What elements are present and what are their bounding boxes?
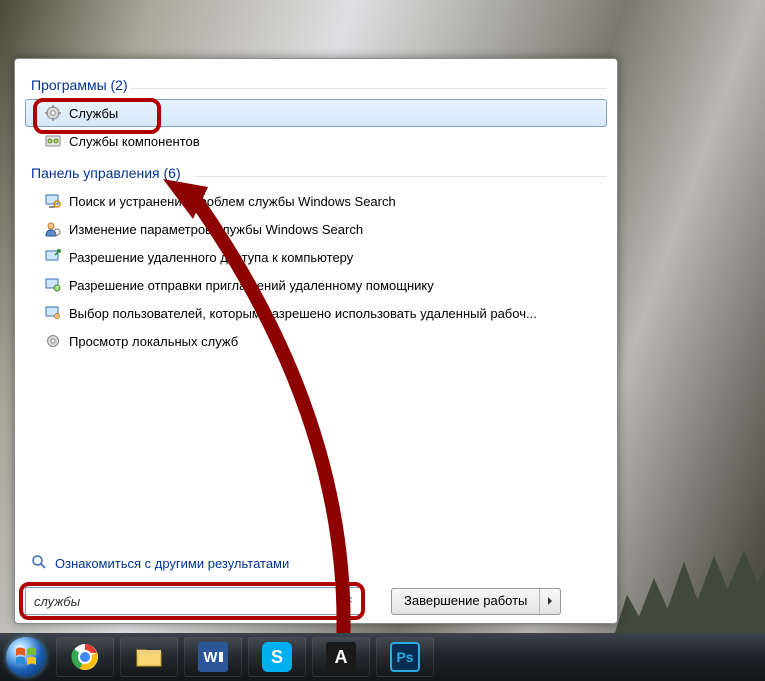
result-label: Просмотр локальных служб	[69, 334, 238, 349]
gear-icon	[45, 333, 61, 349]
result-item-cp-2[interactable]: Разрешение удаленного доступа к компьюте…	[25, 243, 607, 271]
skype-icon: S	[262, 642, 292, 672]
shutdown-options-arrow[interactable]	[540, 589, 560, 614]
taskbar-app-skype[interactable]: S	[248, 637, 306, 677]
result-label: Разрешение удаленного доступа к компьюте…	[69, 250, 353, 265]
search-box-wrap: ×	[25, 587, 363, 615]
result-label: Поиск и устранение проблем службы Window…	[69, 194, 396, 209]
folder-icon	[134, 642, 164, 672]
remote-assist-icon: ?	[45, 277, 61, 293]
windows-logo-icon	[6, 637, 46, 677]
section-header-control-panel: Панель управления (6)	[25, 161, 607, 187]
search-input[interactable]	[25, 587, 363, 615]
result-item-services[interactable]: Службы	[25, 99, 607, 127]
start-menu-bottom-bar: × Завершение работы	[25, 587, 607, 615]
see-more-label: Ознакомиться с другими результатами	[55, 556, 289, 571]
photoshop-icon: Ps	[390, 642, 420, 672]
chrome-icon	[70, 642, 100, 672]
remote-users-icon	[45, 305, 61, 321]
start-menu-panel: Программы (2) Службы Службы компонентов …	[14, 58, 618, 624]
result-label: Изменение параметров службы Windows Sear…	[69, 222, 363, 237]
taskbar-app-word[interactable]: W	[184, 637, 242, 677]
desktop-background-shape	[615, 523, 765, 633]
section-header-programs: Программы (2)	[25, 73, 607, 99]
clear-search-icon[interactable]: ×	[341, 592, 357, 608]
svg-text:?: ?	[56, 286, 59, 292]
taskbar-app-autocad[interactable]: A	[312, 637, 370, 677]
shutdown-button-group: Завершение работы	[391, 588, 561, 615]
result-item-cp-3[interactable]: ? Разрешение отправки приглашений удален…	[25, 271, 607, 299]
search-icon	[31, 554, 47, 573]
gear-icon	[45, 105, 61, 121]
see-more-results[interactable]: Ознакомиться с другими результатами	[25, 550, 607, 577]
result-item-cp-0[interactable]: Поиск и устранение проблем службы Window…	[25, 187, 607, 215]
result-item-cp-1[interactable]: Изменение параметров службы Windows Sear…	[25, 215, 607, 243]
result-item-cp-4[interactable]: Выбор пользователей, которым разрешено и…	[25, 299, 607, 327]
user-settings-icon	[45, 221, 61, 237]
taskbar-app-explorer[interactable]	[120, 637, 178, 677]
chevron-right-icon	[546, 597, 554, 605]
autocad-icon: A	[326, 642, 356, 672]
taskbar-app-photoshop[interactable]: Ps	[376, 637, 434, 677]
troubleshoot-icon	[45, 193, 61, 209]
result-label: Выбор пользователей, которым разрешено и…	[69, 306, 537, 321]
remote-access-icon	[45, 249, 61, 265]
result-item-cp-5[interactable]: Просмотр локальных служб	[25, 327, 607, 355]
result-label: Службы	[69, 106, 118, 121]
search-results-area: Программы (2) Службы Службы компонентов …	[25, 73, 607, 550]
start-button[interactable]	[2, 633, 50, 681]
word-icon: W	[198, 642, 228, 672]
result-label: Службы компонентов	[69, 134, 200, 149]
taskbar: W S A Ps	[0, 633, 765, 681]
component-icon	[45, 133, 61, 149]
shutdown-button[interactable]: Завершение работы	[392, 589, 540, 614]
result-item-component-services[interactable]: Службы компонентов	[25, 127, 607, 155]
taskbar-app-chrome[interactable]	[56, 637, 114, 677]
result-label: Разрешение отправки приглашений удаленно…	[69, 278, 434, 293]
